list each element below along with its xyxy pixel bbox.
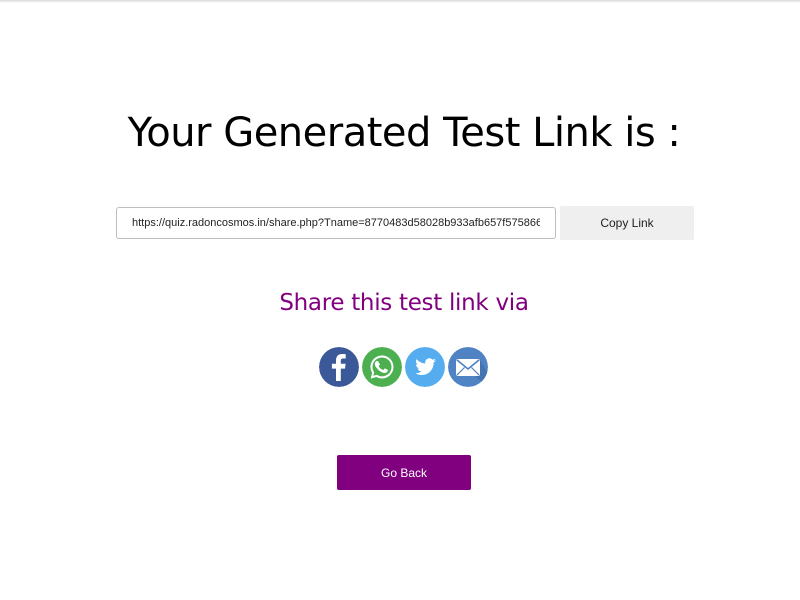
page-title: Your Generated Test Link is : <box>127 110 681 156</box>
copy-link-button[interactable]: Copy Link <box>560 206 694 240</box>
top-shadow <box>0 0 800 3</box>
twitter-share-link[interactable] <box>405 347 445 387</box>
facebook-icon <box>319 347 359 387</box>
email-icon <box>448 347 488 387</box>
whatsapp-icon <box>362 347 402 387</box>
email-share-link[interactable] <box>448 347 488 387</box>
twitter-icon <box>405 347 445 387</box>
go-back-button[interactable]: Go Back <box>337 455 471 490</box>
share-page: Your Generated Test Link is : Copy Link … <box>0 0 800 600</box>
facebook-share-link[interactable] <box>319 347 359 387</box>
share-heading: Share this test link via <box>279 290 529 316</box>
test-link-field[interactable] <box>116 207 556 239</box>
whatsapp-share-link[interactable] <box>362 347 402 387</box>
share-icons-row <box>319 347 491 389</box>
